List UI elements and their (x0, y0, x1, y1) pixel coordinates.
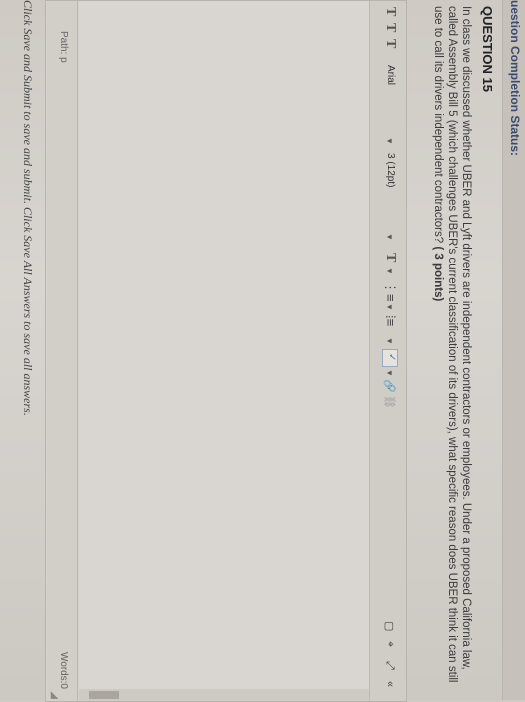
collapse-icon[interactable]: « (384, 681, 396, 687)
chevron-down-icon[interactable]: ▼ (385, 137, 394, 145)
chevron-down-icon[interactable]: ▼ (385, 303, 394, 311)
scrollbar-thumb[interactable] (89, 691, 119, 699)
save-instructions: Click Save and Submit to save and submit… (21, 0, 35, 416)
text-style-3-button[interactable]: T (382, 39, 398, 48)
expand-icon[interactable]: ⤢ (383, 661, 396, 670)
word-count: Words:0 (58, 651, 69, 689)
resize-handle-icon[interactable]: ◢ (49, 691, 60, 699)
question-area: QUESTION 15 In class we discussed whethe… (21, 0, 497, 702)
fullscreen-icon[interactable]: ▢ (383, 621, 396, 631)
font-size-value: 3 (12pt) (385, 153, 396, 188)
unordered-list-button[interactable]: ⋮≡ (382, 281, 398, 302)
chevron-down-icon[interactable]: ▼ (385, 369, 394, 377)
spellcheck-glyph: ✓ (386, 353, 397, 362)
editor-toolbar: T T T Arial ▼ 3 (12pt) ▼ T ▼ ⋮≡ ▼ ⁞≡ ▼ ✓… (369, 1, 406, 701)
question-body: In class we discussed whether UBER and L… (432, 6, 472, 683)
question-text: In class we discussed whether UBER and L… (431, 6, 473, 696)
question-points: ( 3 points) (432, 246, 444, 302)
link-icon[interactable]: 🔗 (383, 379, 396, 393)
question-title: QUESTION 15 (480, 6, 495, 92)
font-family-select[interactable]: Arial (385, 65, 396, 85)
text-color-button[interactable]: T (382, 253, 398, 262)
status-label: uestion Completion Status: (508, 0, 522, 156)
chevron-down-icon[interactable]: ▼ (385, 267, 394, 275)
status-bar: uestion Completion Status: (502, 0, 525, 700)
font-family-value: Arial (385, 65, 396, 86)
editor-statusbar: Path: p Words:0 ◢ (47, 1, 78, 701)
unlink-icon[interactable]: ⛓ (383, 395, 396, 409)
chevron-down-icon[interactable]: ▼ (385, 337, 394, 345)
editor-scrollbar[interactable] (79, 689, 369, 701)
rotated-page: uestion Completion Status: QUESTION 15 I… (0, 0, 525, 702)
html-icon[interactable]: ⌖ (383, 641, 396, 647)
font-size-select[interactable]: 3 (12pt) (385, 153, 396, 187)
text-style-2-button[interactable]: T (382, 23, 398, 32)
chevron-down-icon[interactable]: ▼ (385, 233, 394, 241)
answer-editor: T T T Arial ▼ 3 (12pt) ▼ T ▼ ⋮≡ ▼ ⁞≡ ▼ ✓… (45, 0, 407, 702)
spellcheck-icon[interactable]: ✓ (382, 349, 398, 367)
ordered-list-button[interactable]: ⁞≡ (383, 315, 398, 326)
path-label: Path: p (58, 31, 69, 63)
text-style-1-button[interactable]: T (382, 7, 398, 16)
answer-text-area[interactable] (79, 1, 369, 701)
